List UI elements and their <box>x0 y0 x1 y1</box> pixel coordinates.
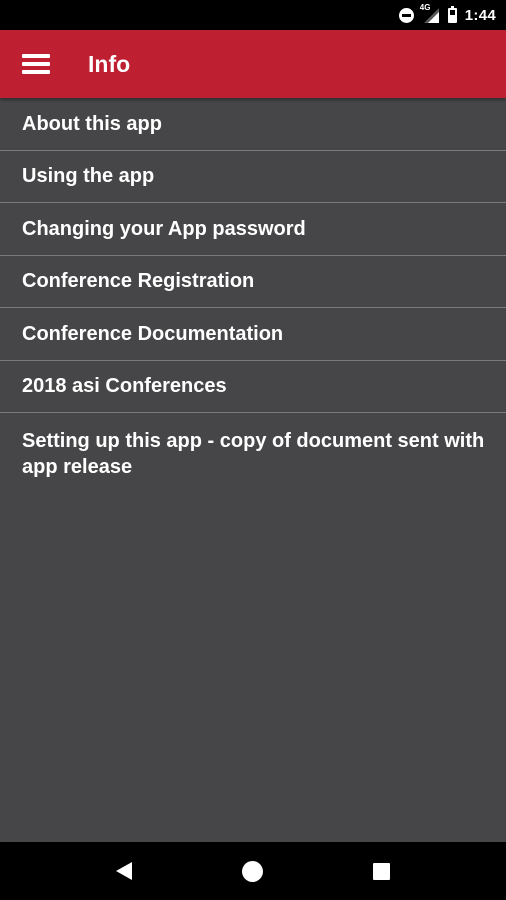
clock: 1:44 <box>464 6 496 24</box>
info-list: About this app Using the app Changing yo… <box>0 98 506 480</box>
page-title: Info <box>88 50 131 77</box>
back-icon <box>116 862 133 880</box>
back-button[interactable] <box>104 851 144 891</box>
signal-icon: 4G <box>420 3 440 23</box>
menu-button[interactable] <box>5 30 67 98</box>
list-item-2018-asi-conferences[interactable]: 2018 asi Conferences <box>0 361 506 413</box>
do-not-disturb-icon <box>398 7 414 23</box>
battery-icon <box>447 5 457 23</box>
list-item-about-this-app[interactable]: About this app <box>0 98 506 151</box>
app-bar: Info <box>0 30 506 98</box>
list-item-setting-up-this-app[interactable]: Setting up this app - copy of document s… <box>0 413 506 480</box>
home-icon <box>242 860 264 882</box>
list-item-conference-registration[interactable]: Conference Registration <box>0 256 506 308</box>
status-bar: 4G 1:44 <box>0 0 506 30</box>
recents-button[interactable] <box>362 851 402 891</box>
home-button[interactable] <box>233 851 273 891</box>
list-item-using-the-app[interactable]: Using the app <box>0 151 506 203</box>
list-item-changing-password[interactable]: Changing your App password <box>0 203 506 256</box>
hamburger-menu-icon <box>22 53 50 75</box>
system-nav-bar <box>0 842 506 900</box>
list-item-conference-documentation[interactable]: Conference Documentation <box>0 308 506 361</box>
recents-icon <box>373 862 391 880</box>
